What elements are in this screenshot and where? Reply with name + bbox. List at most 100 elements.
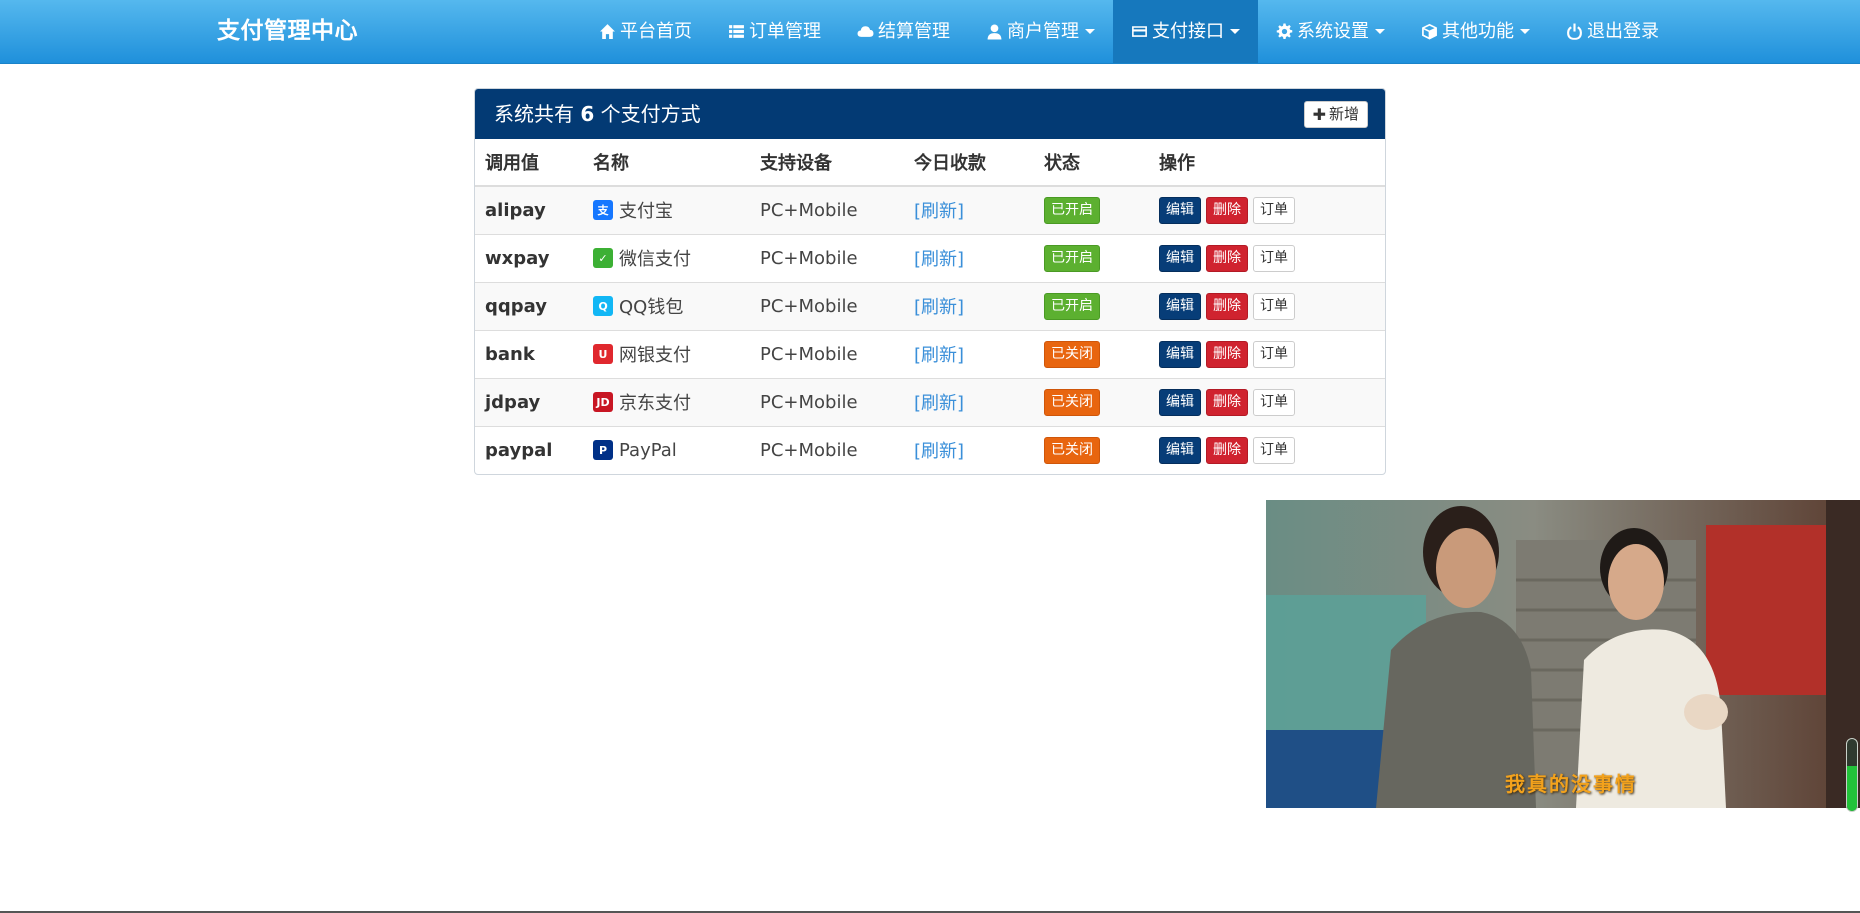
actions-cell: 编辑 删除 订单: [1149, 233, 1385, 282]
status-cell: 已关闭: [1034, 425, 1149, 474]
name-cell: 支支付宝: [583, 185, 750, 234]
nav-item-label: 平台首页: [620, 20, 692, 42]
delete-button[interactable]: 删除: [1206, 292, 1248, 320]
refresh-link[interactable]: [刷新]: [914, 297, 964, 318]
status-badge[interactable]: 已关闭: [1044, 340, 1100, 368]
status-cell: 已开启: [1034, 281, 1149, 330]
panel-title-prefix: 系统共有: [494, 102, 574, 126]
edit-button[interactable]: 编辑: [1159, 388, 1201, 416]
orders-button[interactable]: 订单: [1253, 340, 1295, 368]
nav-item-3[interactable]: 商户管理: [968, 0, 1113, 63]
name-cell: JD 京东支付: [583, 377, 750, 426]
refresh-link[interactable]: [刷新]: [914, 441, 964, 462]
status-cell: 已开启: [1034, 185, 1149, 234]
device-support: PC+Mobile: [750, 377, 904, 426]
caret-down-icon: [1230, 29, 1240, 34]
nav-item-1[interactable]: 订单管理: [710, 0, 839, 63]
cube-icon: [1421, 23, 1438, 40]
cloud-icon: [857, 23, 874, 40]
home-icon: [599, 23, 616, 40]
credit-card-icon: [1131, 23, 1148, 40]
nav-item-2[interactable]: 结算管理: [839, 0, 968, 63]
nav-item-label: 结算管理: [878, 20, 950, 42]
nav-item-5[interactable]: 系统设置: [1258, 0, 1403, 63]
caret-down-icon: [1520, 29, 1530, 34]
volume-slider[interactable]: [1846, 738, 1858, 812]
edit-button[interactable]: 编辑: [1159, 436, 1201, 464]
list-icon: [728, 23, 745, 40]
jd-icon: JD: [593, 392, 613, 412]
nav-item-6[interactable]: 其他功能: [1403, 0, 1548, 63]
status-badge[interactable]: 已关闭: [1044, 388, 1100, 416]
edit-button[interactable]: 编辑: [1159, 244, 1201, 272]
col-header-status: 状态: [1034, 139, 1149, 187]
orders-button[interactable]: 订单: [1253, 388, 1295, 416]
refresh-link[interactable]: [刷新]: [914, 249, 964, 270]
orders-button[interactable]: 订单: [1253, 244, 1295, 272]
volume-level-fill: [1847, 766, 1857, 811]
call-value: alipay: [475, 185, 583, 234]
video-player[interactable]: [1266, 500, 1860, 808]
call-value: wxpay: [475, 233, 583, 282]
delete-button[interactable]: 删除: [1206, 388, 1248, 416]
payment-count: 6: [580, 102, 595, 126]
qq-wallet-icon: Q: [593, 296, 613, 316]
name-cell: U 网银支付: [583, 329, 750, 378]
power-icon: [1566, 23, 1583, 40]
panel-title-suffix: 个支付方式: [600, 102, 701, 126]
table-row: wxpay ✓ 微信支付 PC+Mobile [刷新] 已开启 编辑 删除 订单: [475, 233, 1385, 282]
nav-item-0[interactable]: 平台首页: [581, 0, 710, 63]
table-body: alipay 支支付宝 PC+Mobile [刷新] 已开启 编辑 删除 订单 wxpay ✓ 微信…: [475, 185, 1385, 474]
name-cell: ✓ 微信支付: [583, 233, 750, 282]
edit-button[interactable]: 编辑: [1159, 340, 1201, 368]
device-support: PC+Mobile: [750, 425, 904, 474]
payment-name: 支付宝: [619, 201, 673, 223]
actions-cell: 编辑 删除 订单: [1149, 281, 1385, 330]
col-header-name: 名称: [583, 139, 750, 187]
edit-button[interactable]: 编辑: [1159, 196, 1201, 224]
gear-icon: [1276, 23, 1293, 40]
user-icon: [986, 23, 1003, 40]
payment-name: PayPal: [619, 439, 677, 461]
income-cell: [刷新]: [904, 329, 1034, 378]
col-header-income: 今日收款: [904, 139, 1034, 187]
payment-methods-panel: 系统共有 6 个支付方式 ✚ 新增 调用值 名称 支持设备 今日收款 状态 操作…: [474, 88, 1386, 475]
delete-button[interactable]: 删除: [1206, 436, 1248, 464]
refresh-link[interactable]: [刷新]: [914, 345, 964, 366]
delete-button[interactable]: 删除: [1206, 244, 1248, 272]
status-badge[interactable]: 已开启: [1044, 196, 1100, 224]
name-cell: Q QQ钱包: [583, 281, 750, 330]
status-badge[interactable]: 已开启: [1044, 292, 1100, 320]
orders-button[interactable]: 订单: [1253, 292, 1295, 320]
edit-button[interactable]: 编辑: [1159, 292, 1201, 320]
nav-item-7[interactable]: 退出登录: [1548, 0, 1677, 63]
call-value: qqpay: [475, 281, 583, 330]
nav-item-label: 商户管理: [1007, 20, 1079, 42]
col-header-key: 调用值: [475, 139, 583, 187]
orders-button[interactable]: 订单: [1253, 196, 1295, 224]
device-support: PC+Mobile: [750, 185, 904, 234]
table-row: alipay 支支付宝 PC+Mobile [刷新] 已开启 编辑 删除 订单: [475, 185, 1385, 234]
refresh-link[interactable]: [刷新]: [914, 201, 964, 222]
call-value: jdpay: [475, 377, 583, 426]
brand-title[interactable]: 支付管理中心: [217, 0, 358, 63]
wechat-pay-icon: ✓: [593, 248, 613, 268]
income-cell: [刷新]: [904, 185, 1034, 234]
col-header-device: 支持设备: [750, 139, 904, 187]
status-badge[interactable]: 已开启: [1044, 244, 1100, 272]
income-cell: [刷新]: [904, 233, 1034, 282]
nav-item-label: 系统设置: [1297, 20, 1369, 42]
plus-icon: ✚: [1312, 105, 1326, 124]
nav-item-4[interactable]: 支付接口: [1113, 0, 1258, 63]
delete-button[interactable]: 删除: [1206, 196, 1248, 224]
actions-cell: 编辑 删除 订单: [1149, 329, 1385, 378]
add-payment-button[interactable]: ✚ 新增: [1303, 101, 1368, 128]
paypal-icon: P: [593, 440, 613, 461]
payment-methods-table: 调用值 名称 支持设备 今日收款 状态 操作 alipay 支支付宝 PC+Mobi…: [475, 139, 1385, 474]
refresh-link[interactable]: [刷新]: [914, 393, 964, 414]
status-badge[interactable]: 已关闭: [1044, 436, 1100, 464]
alipay-icon: 支: [593, 200, 613, 221]
main-nav: 平台首页 订单管理 结算管理 商户管理 支付接口 系统设置 其他功能 退出登录: [581, 0, 1677, 63]
delete-button[interactable]: 删除: [1206, 340, 1248, 368]
orders-button[interactable]: 订单: [1253, 436, 1295, 464]
